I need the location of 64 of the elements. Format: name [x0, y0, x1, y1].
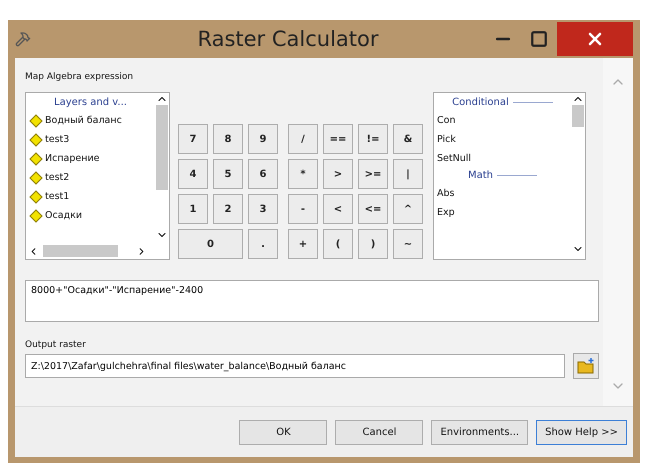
browse-button[interactable] [573, 353, 599, 379]
operator-button[interactable]: * [288, 159, 318, 189]
dialog-button[interactable]: Show Help >> [536, 420, 627, 444]
operator-button[interactable]: ( [323, 229, 353, 259]
keypad-button[interactable]: 6 [248, 159, 278, 189]
operator-button[interactable]: + [288, 229, 318, 259]
hammer-icon [15, 31, 31, 47]
operator-button[interactable]: < [323, 194, 353, 224]
keypad-button[interactable]: 1 [178, 194, 208, 224]
keypad-button[interactable]: 2 [213, 194, 243, 224]
category-header: Math [468, 170, 493, 181]
layer-item[interactable]: Осадки [45, 210, 82, 221]
keypad-button[interactable]: 7 [178, 124, 208, 154]
function-item[interactable]: SetNull [437, 153, 472, 164]
function-item[interactable]: Pick [437, 134, 456, 145]
operator-button[interactable]: == [323, 124, 353, 154]
layer-icon [29, 152, 43, 166]
layer-item[interactable]: Испарение [45, 153, 100, 164]
operator-button[interactable]: ~ [393, 229, 423, 259]
layer-item[interactable]: test1 [45, 191, 70, 202]
scroll-thumb[interactable] [572, 105, 584, 127]
operator-button[interactable]: != [358, 124, 388, 154]
keypad-button[interactable]: 3 [248, 194, 278, 224]
expression-label: Map Algebra expression [25, 72, 134, 82]
layer-icon [29, 132, 43, 146]
keypad-button[interactable]: 4 [178, 159, 208, 189]
keypad-button[interactable]: 0 [178, 229, 243, 259]
output-field[interactable]: Z:\2017\Zafar\gulchehra\final files\water_balance\Водный баланс [25, 354, 565, 378]
folder-icon [577, 358, 595, 374]
layer-item[interactable]: Водный баланс [45, 115, 122, 126]
window-title: Raster Calculator [196, 27, 380, 51]
scroll-thumb[interactable] [43, 245, 118, 257]
function-item[interactable]: Exp [437, 207, 455, 218]
operator-button[interactable]: <= [358, 194, 388, 224]
operator-button[interactable]: / [288, 124, 318, 154]
operator-button[interactable]: >= [358, 159, 388, 189]
close-button[interactable] [557, 22, 633, 56]
dialog-button[interactable]: OK [239, 420, 328, 444]
function-item[interactable]: Abs [437, 188, 454, 199]
dialog-button[interactable]: Cancel [335, 420, 424, 444]
layer-icon [29, 114, 43, 128]
operator-button[interactable]: ) [358, 229, 388, 259]
layer-item[interactable]: test2 [45, 172, 70, 183]
operator-button[interactable]: - [288, 194, 318, 224]
keypad-button[interactable]: 9 [248, 124, 278, 154]
layer-item[interactable]: test3 [45, 134, 70, 145]
layer-icon [29, 190, 43, 204]
operator-button[interactable]: & [393, 124, 423, 154]
maximize-icon[interactable] [530, 30, 548, 48]
layer-icon [29, 208, 43, 222]
layer-icon [29, 170, 43, 184]
function-item[interactable]: Con [437, 115, 456, 126]
keypad-button[interactable]: 8 [213, 124, 243, 154]
operator-button[interactable]: > [323, 159, 353, 189]
keypad-button[interactable]: 5 [213, 159, 243, 189]
operator-button[interactable]: | [393, 159, 423, 189]
list-header: Layers and v... [54, 97, 127, 108]
operator-button[interactable]: ^ [393, 194, 423, 224]
category-header: Conditional [452, 97, 509, 108]
expression-field[interactable]: 8000+"Осадки"-"Испарение"-2400 [25, 280, 599, 322]
keypad-button[interactable]: . [248, 229, 278, 259]
scroll-thumb[interactable] [156, 105, 168, 190]
output-label: Output raster [25, 340, 87, 350]
dialog-button[interactable]: Environments... [431, 420, 528, 444]
